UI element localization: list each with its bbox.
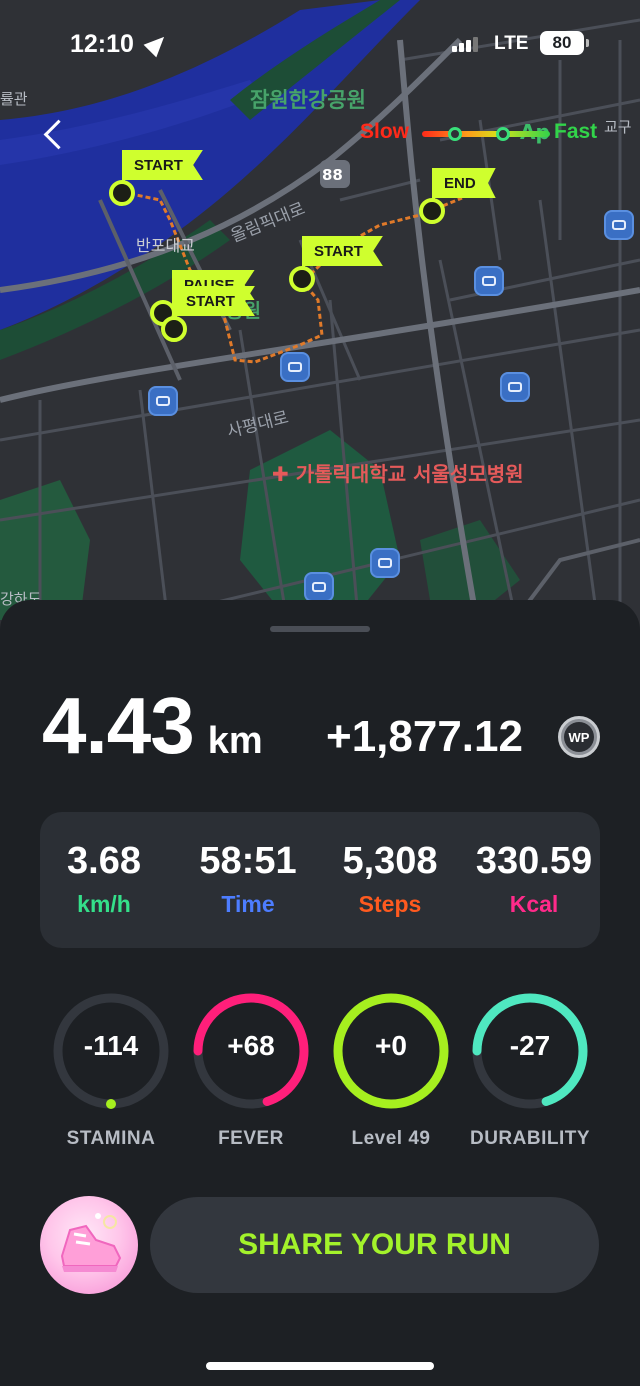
ring-label: STAMINA — [66, 1128, 156, 1149]
flag-label: START — [302, 236, 383, 266]
ring-stamina[interactable]: -114 — [50, 990, 172, 1112]
ring-value: -114 — [83, 1030, 139, 1061]
ring-value: +0 — [375, 1030, 407, 1061]
subway-station-icon[interactable] — [604, 210, 634, 240]
run-summary-sheet: 4.43 km +1,877.12 WP 3.68 km/h 58:51 Time 5,3… — [0, 600, 640, 1386]
back-button[interactable] — [36, 112, 76, 156]
route-start-flag[interactable]: START — [109, 150, 203, 206]
ring-value: +68 — [227, 1030, 275, 1061]
ring-level-49[interactable]: +0 — [330, 990, 452, 1112]
battery-icon: 80 — [540, 31, 589, 55]
route-start-flag[interactable]: START — [161, 286, 255, 342]
stat-value: 3.68 — [67, 840, 141, 882]
subway-station-icon[interactable] — [474, 266, 504, 296]
map-base-layer — [0, 0, 640, 640]
distance-value: 4.43 — [42, 681, 195, 770]
stat-3: 330.59 Kcal — [464, 840, 604, 918]
wp-token-icon: WP — [558, 716, 600, 758]
share-run-button[interactable]: SHARE YOUR RUN — [150, 1197, 599, 1293]
route-point-marker — [419, 198, 445, 224]
sheet-drag-handle[interactable] — [270, 626, 370, 632]
subway-station-icon[interactable] — [304, 572, 334, 602]
stat-value: 330.59 — [475, 840, 593, 882]
stats-card: 3.68 km/h 58:51 Time 5,308 Steps 330.59 Kcal — [40, 812, 600, 948]
ring-fever[interactable]: +68 — [190, 990, 312, 1112]
ring-durability[interactable]: -27 — [469, 990, 591, 1112]
run-route-map[interactable]: 88 잠원한강공원 Ap 반포대교 올림픽대로 공원 사평대로 ✚ 가톨릭대학교… — [0, 0, 640, 640]
speed-legend-slow: Slow — [360, 120, 410, 143]
stat-value: 5,308 — [342, 840, 438, 882]
stat-label: Kcal — [509, 891, 559, 917]
stat-label: Steps — [358, 891, 422, 917]
location-arrow-icon — [143, 30, 171, 58]
speed-legend: Slow Fast — [358, 118, 608, 150]
flag-label: START — [122, 150, 203, 180]
subway-station-icon[interactable] — [500, 372, 530, 402]
bus-stop-icon[interactable] — [280, 352, 310, 382]
route-point-marker — [289, 266, 315, 292]
distance-unit: km — [207, 720, 263, 762]
points-earned: +1,877.12 — [326, 712, 523, 761]
speed-gradient-bar — [422, 131, 550, 137]
flag-label: START — [174, 286, 255, 316]
ring-label: FEVER — [218, 1128, 284, 1149]
stat-value: 58:51 — [199, 840, 297, 882]
battery-level: 80 — [552, 33, 572, 52]
cellular-signal-icon — [452, 36, 478, 52]
status-bar: 12:10 LTE 80 — [0, 28, 640, 62]
speed-marker-dot — [448, 127, 462, 141]
ring-label: Level 49 — [351, 1128, 431, 1149]
ring-value: -27 — [509, 1030, 551, 1061]
stat-label: Time — [221, 891, 275, 917]
stat-2: 5,308 Steps — [320, 840, 460, 918]
sneaker-icon — [60, 1213, 122, 1272]
route-point-marker — [161, 316, 187, 342]
speed-legend-fast: Fast — [554, 120, 598, 143]
route-end-flag[interactable]: END — [419, 168, 498, 224]
stat-label: km/h — [77, 891, 131, 917]
subway-station-icon[interactable] — [370, 548, 400, 578]
flag-label: END — [432, 168, 496, 198]
sneaker-avatar[interactable] — [40, 1196, 138, 1294]
distance-display: 4.43 km — [42, 680, 263, 772]
stat-0: 3.68 km/h — [34, 840, 174, 918]
ring-label: DURABILITY — [469, 1128, 591, 1149]
network-type: LTE — [494, 33, 529, 54]
route-start-flag[interactable]: START — [289, 236, 383, 292]
subway-station-icon[interactable] — [148, 386, 178, 416]
wp-badge-label: WP — [564, 722, 594, 752]
ring-progress-dot — [106, 1099, 116, 1109]
speed-marker-dot — [496, 127, 510, 141]
stat-1: 58:51 Time — [178, 840, 318, 918]
home-indicator[interactable] — [206, 1362, 434, 1370]
route-point-marker — [109, 180, 135, 206]
status-time: 12:10 — [70, 30, 134, 58]
